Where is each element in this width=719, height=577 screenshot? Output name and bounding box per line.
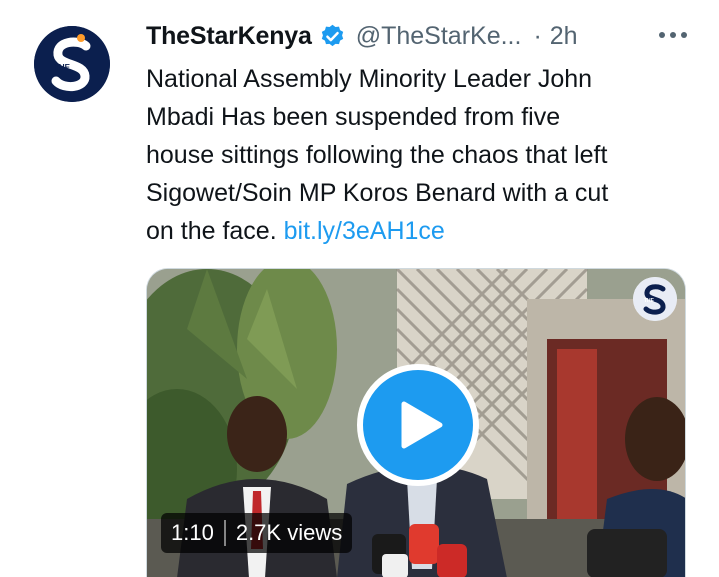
thestar-logo-icon: THE <box>34 26 110 102</box>
media-logo-tag: THE <box>644 298 655 304</box>
tweet-text-line-last: on the face. bit.ly/3eAH1ce <box>146 212 706 250</box>
tweet-link[interactable]: bit.ly/3eAH1ce <box>284 217 445 245</box>
tweet-text-tail: on the face. <box>146 217 277 245</box>
timestamp[interactable]: 2h <box>550 22 578 51</box>
handle[interactable]: @TheStarKe... <box>356 22 522 51</box>
tweet-text-line: National Assembly Minority Leader John <box>146 65 593 93</box>
video-stats-overlay: 1:10 2.7K views <box>161 513 353 553</box>
video-media[interactable]: THE 1:10 2.7K views <box>146 268 686 577</box>
video-duration: 1:10 <box>171 520 214 545</box>
separator-dot: · <box>533 21 542 50</box>
tweet-card[interactable]: THE TheStarKenya @TheStarKe... · 2h Nati… <box>0 0 719 577</box>
verified-badge-icon <box>319 23 346 50</box>
overlay-divider <box>223 520 226 546</box>
video-views: 2.7K views <box>235 520 343 545</box>
tweet-text: National Assembly Minority Leader John M… <box>146 60 706 250</box>
play-icon <box>401 401 443 449</box>
tweet-text-line: Mbadi Has been suspended from five <box>146 103 561 131</box>
avatar[interactable]: THE <box>34 26 110 102</box>
tweet-text-line: Sigowet/Soin MP Koros Benard with a cut <box>146 179 609 207</box>
play-button[interactable] <box>357 364 479 486</box>
tweet-text-line: house sittings following the chaos that … <box>146 141 608 169</box>
display-name[interactable]: TheStarKenya <box>146 22 312 51</box>
media-watermark-logo: THE <box>633 277 677 321</box>
avatar-tag: THE <box>54 63 71 72</box>
tweet-header: TheStarKenya @TheStarKe... · 2h <box>146 18 695 54</box>
more-horizontal-icon[interactable] <box>657 28 689 42</box>
